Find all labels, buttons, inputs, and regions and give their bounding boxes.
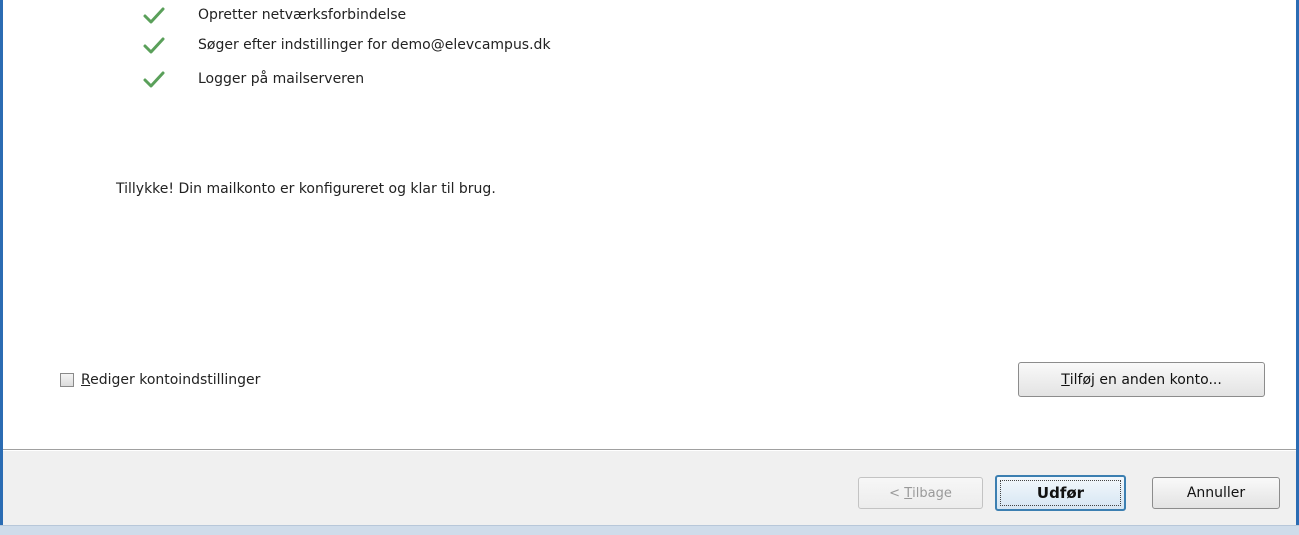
cancel-button[interactable]: Annuller (1152, 477, 1280, 509)
edit-settings-checkbox[interactable] (60, 373, 74, 387)
window-bottom-border (0, 525, 1299, 535)
button-label: Annuller (1186, 485, 1246, 501)
button-label: ilføj en anden konto... (1069, 371, 1222, 388)
finish-button[interactable]: Udfør (995, 475, 1126, 511)
back-button[interactable]: < Tilbage (858, 477, 983, 509)
edit-settings-option[interactable]: Rediger kontoindstillinger (60, 372, 260, 388)
button-label: ilbage (912, 485, 952, 501)
accelerator-key: T (904, 485, 913, 501)
edit-settings-label[interactable]: Rediger kontoindstillinger (81, 372, 260, 388)
add-another-account-button[interactable]: Tilføj en anden konto... (1018, 362, 1265, 397)
check-icon (143, 37, 165, 54)
step-label: Opretter netværksforbindelse (198, 7, 407, 23)
step-search-settings: Søger efter indstillinger for demo@elevc… (142, 34, 551, 56)
check-icon (143, 71, 165, 88)
button-label: Udfør (1036, 484, 1085, 502)
step-network: Opretter netværksforbindelse (142, 4, 406, 26)
accelerator-key: R (81, 372, 91, 388)
accelerator-key: T (1061, 371, 1070, 388)
button-prefix: < (889, 485, 905, 501)
focus-rect: Udfør (1000, 480, 1121, 506)
label-text: ediger kontoindstillinger (90, 372, 261, 388)
check-icon (143, 7, 165, 24)
step-label: Logger på mailserveren (198, 71, 365, 87)
footer-divider (3, 449, 1296, 451)
success-message: Tillykke! Din mailkonto er konfigureret … (116, 181, 496, 197)
step-label: Søger efter indstillinger for demo@elevc… (198, 37, 551, 53)
step-login: Logger på mailserveren (142, 68, 364, 90)
